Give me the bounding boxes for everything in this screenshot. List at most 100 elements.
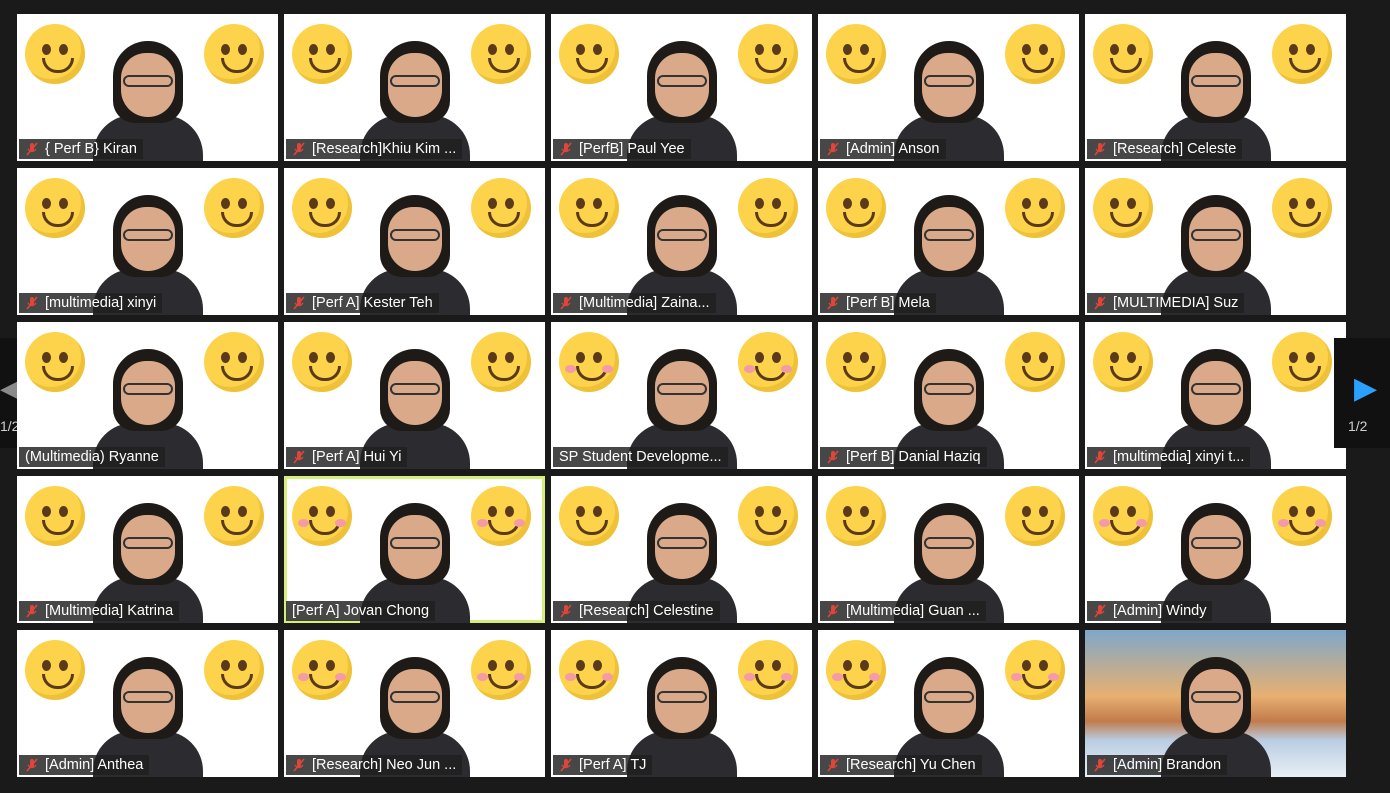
- participant-tile[interactable]: [MULTIMEDIA] Suz: [1085, 168, 1346, 315]
- emoji-background-icon: [738, 640, 798, 700]
- emoji-background-icon: [25, 24, 85, 84]
- participant-name-label: [Multimedia] Zaina...: [553, 293, 716, 313]
- participant-name-label: [Admin] Anthea: [19, 755, 150, 775]
- muted-microphone-icon: [1094, 450, 1106, 464]
- participant-tile[interactable]: [Perf B] Mela: [818, 168, 1079, 315]
- participant-tile[interactable]: [Perf A] TJ: [551, 630, 812, 777]
- participant-name: [Multimedia] Guan ...: [846, 603, 980, 619]
- participant-tile[interactable]: [Admin] Windy: [1085, 476, 1346, 623]
- participant-name: [Perf A] TJ: [579, 757, 647, 773]
- muted-microphone-icon: [26, 142, 38, 156]
- emoji-background-icon: [204, 178, 264, 238]
- participant-tile[interactable]: [Research] Neo Jun ...: [284, 630, 545, 777]
- participant-name: SP Student Developme...: [559, 449, 722, 465]
- emoji-background-icon: [204, 24, 264, 84]
- emoji-background-icon: [471, 24, 531, 84]
- participant-name-label: [Research] Celestine: [553, 601, 720, 621]
- participant-tile[interactable]: [Research] Celestine: [551, 476, 812, 623]
- participant-name: [Admin] Brandon: [1113, 757, 1222, 773]
- participant-name: [Perf A] Hui Yi: [312, 449, 402, 465]
- participant-tile[interactable]: [multimedia] xinyi t...: [1085, 322, 1346, 469]
- emoji-background-icon: [471, 332, 531, 392]
- participant-tile[interactable]: [PerfB] Paul Yee: [551, 14, 812, 161]
- participant-name: [Perf B] Mela: [846, 295, 930, 311]
- emoji-background-icon: [1005, 332, 1065, 392]
- muted-microphone-icon: [560, 296, 572, 310]
- muted-microphone-icon: [293, 296, 305, 310]
- emoji-background-icon: [1093, 24, 1153, 84]
- muted-microphone-icon: [560, 758, 572, 772]
- participant-name: (Multimedia) Ryanne: [25, 449, 159, 465]
- muted-microphone-icon: [26, 758, 38, 772]
- page-indicator-right: 1/2: [1348, 418, 1368, 434]
- emoji-background-icon: [559, 332, 619, 392]
- participant-name: { Perf B} Kiran: [45, 141, 137, 157]
- participant-name-label: { Perf B} Kiran: [19, 139, 143, 159]
- participant-tile[interactable]: [Research] Celeste: [1085, 14, 1346, 161]
- emoji-background-icon: [1005, 640, 1065, 700]
- participant-tile[interactable]: [Perf A] Hui Yi: [284, 322, 545, 469]
- participant-tile[interactable]: [Admin] Brandon: [1085, 630, 1346, 777]
- muted-microphone-icon: [1094, 604, 1106, 618]
- participant-tile[interactable]: [Admin] Anson: [818, 14, 1079, 161]
- participant-tile[interactable]: SP Student Developme...: [551, 322, 812, 469]
- participant-name-label: [Research] Yu Chen: [820, 755, 982, 775]
- participant-tile[interactable]: { Perf B} Kiran: [17, 14, 278, 161]
- emoji-background-icon: [204, 332, 264, 392]
- participant-name-label: [Research]Khiu Kim ...: [286, 139, 463, 159]
- emoji-background-icon: [826, 332, 886, 392]
- emoji-background-icon: [738, 486, 798, 546]
- participant-tile[interactable]: [Multimedia] Guan ...: [818, 476, 1079, 623]
- participant-tile[interactable]: [Perf A] Jovan Chong: [284, 476, 545, 623]
- emoji-background-icon: [1272, 24, 1332, 84]
- emoji-background-icon: [25, 332, 85, 392]
- emoji-background-icon: [738, 178, 798, 238]
- participant-tile[interactable]: [multimedia] xinyi: [17, 168, 278, 315]
- participant-name: [Research]Khiu Kim ...: [312, 141, 457, 157]
- muted-microphone-icon: [827, 758, 839, 772]
- participant-tile[interactable]: [Research] Yu Chen: [818, 630, 1079, 777]
- muted-microphone-icon: [26, 604, 38, 618]
- participant-tile[interactable]: [Perf B] Danial Haziq: [818, 322, 1079, 469]
- participant-name-label: [Perf A] Hui Yi: [286, 447, 408, 467]
- emoji-background-icon: [204, 486, 264, 546]
- muted-microphone-icon: [1094, 296, 1106, 310]
- emoji-background-icon: [292, 24, 352, 84]
- participant-tile[interactable]: [Admin] Anthea: [17, 630, 278, 777]
- participant-name: [Perf A] Jovan Chong: [292, 603, 430, 619]
- emoji-background-icon: [25, 178, 85, 238]
- emoji-background-icon: [292, 640, 352, 700]
- participant-name: [Perf B] Danial Haziq: [846, 449, 981, 465]
- participant-name-label: [Multimedia] Guan ...: [820, 601, 986, 621]
- emoji-background-icon: [1093, 486, 1153, 546]
- muted-microphone-icon: [26, 296, 38, 310]
- muted-microphone-icon: [1094, 142, 1106, 156]
- participant-tile[interactable]: [Perf A] Kester Teh: [284, 168, 545, 315]
- emoji-background-icon: [1005, 24, 1065, 84]
- muted-microphone-icon: [293, 142, 305, 156]
- emoji-background-icon: [1272, 486, 1332, 546]
- muted-microphone-icon: [560, 604, 572, 618]
- participant-tile[interactable]: [Multimedia] Katrina: [17, 476, 278, 623]
- participant-name: [MULTIMEDIA] Suz: [1113, 295, 1239, 311]
- participant-name-label: [Perf A] TJ: [553, 755, 653, 775]
- next-page-button[interactable]: ▶ 1/2: [1334, 338, 1390, 448]
- emoji-background-icon: [204, 640, 264, 700]
- emoji-background-icon: [1272, 332, 1332, 392]
- participant-name-label: [Perf B] Mela: [820, 293, 936, 313]
- muted-microphone-icon: [293, 450, 305, 464]
- emoji-background-icon: [1093, 178, 1153, 238]
- emoji-background-icon: [1005, 486, 1065, 546]
- participant-name: [Admin] Anthea: [45, 757, 144, 773]
- participant-name: [Research] Yu Chen: [846, 757, 976, 773]
- participant-tile[interactable]: (Multimedia) Ryanne: [17, 322, 278, 469]
- muted-microphone-icon: [1094, 758, 1106, 772]
- emoji-background-icon: [1005, 178, 1065, 238]
- participant-tile[interactable]: [Multimedia] Zaina...: [551, 168, 812, 315]
- participant-name-label: (Multimedia) Ryanne: [19, 447, 165, 467]
- emoji-background-icon: [1093, 332, 1153, 392]
- emoji-background-icon: [738, 24, 798, 84]
- muted-microphone-icon: [827, 296, 839, 310]
- participant-name-label: [Research] Neo Jun ...: [286, 755, 463, 775]
- participant-tile[interactable]: [Research]Khiu Kim ...: [284, 14, 545, 161]
